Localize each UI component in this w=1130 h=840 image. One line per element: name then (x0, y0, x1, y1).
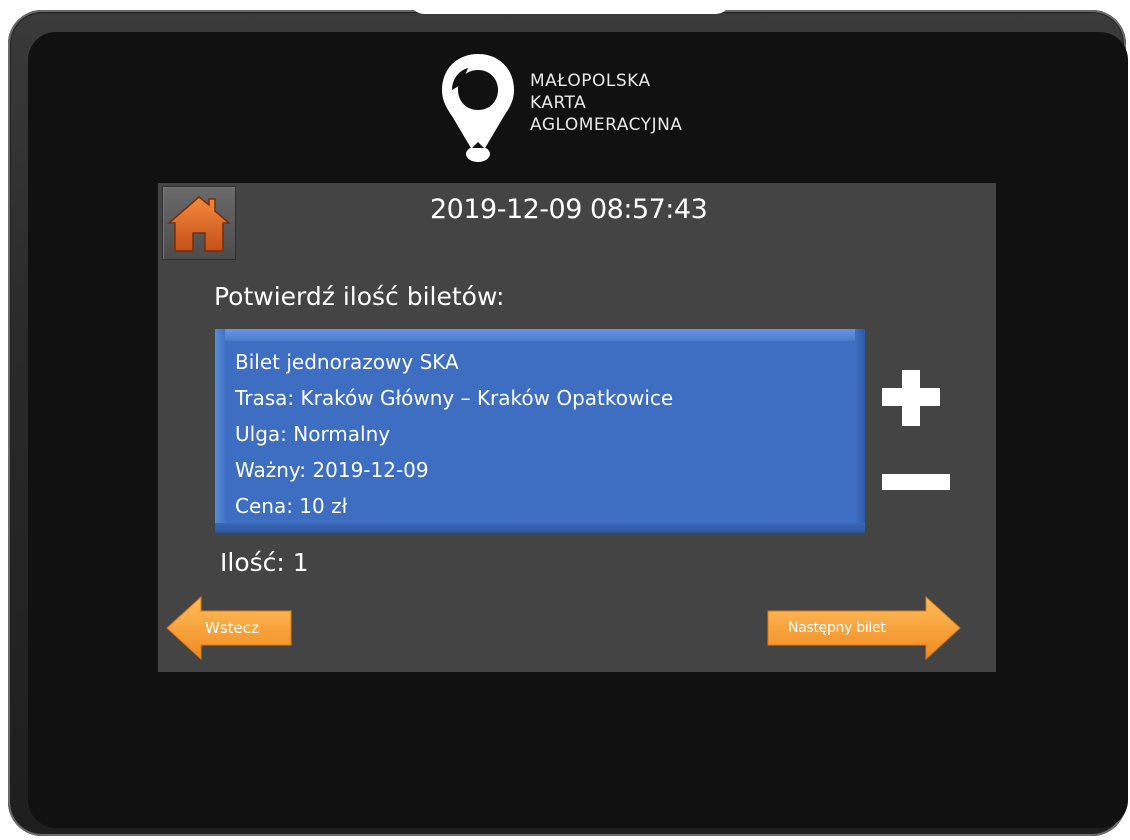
logo-text: MAŁOPOLSKA KARTA AGLOMERACYJNA (530, 70, 682, 136)
next-ticket-button[interactable]: Następny bilet (766, 595, 962, 661)
ticket-edge-left (215, 329, 225, 533)
map-pin-logo-icon (442, 54, 514, 162)
ticket-edge-right (855, 329, 865, 533)
ticket-details: Bilet jednorazowy SKA Trasa: Kraków Głów… (235, 344, 673, 524)
ticket-valid-date: Ważny: 2019-12-09 (235, 458, 429, 482)
back-label: Wstecz (205, 619, 259, 637)
datetime-display: 2019-12-09 08:57:43 (430, 194, 708, 225)
next-label: Następny bilet (788, 620, 886, 636)
ticket-type: Bilet jednorazowy SKA (235, 350, 459, 374)
increase-quantity-button[interactable] (880, 370, 944, 426)
logo-line-1: MAŁOPOLSKA (530, 71, 651, 91)
confirm-prompt: Potwierdź ilość biletów: (214, 282, 505, 311)
logo-line-3: AGLOMERACYJNA (530, 115, 683, 135)
home-button[interactable] (162, 186, 236, 260)
ticket-price: Cena: 10 zł (235, 494, 348, 518)
ticket-card[interactable]: Bilet jednorazowy SKA Trasa: Kraków Głów… (215, 329, 865, 533)
ticket-route: Trasa: Kraków Główny – Kraków Opatkowice (235, 386, 674, 410)
back-button[interactable]: Wstecz (165, 595, 295, 661)
top-cutout (410, 0, 730, 14)
home-icon (166, 196, 232, 252)
ticket-discount: Ulga: Normalny (235, 422, 391, 446)
logo-line-2: KARTA (530, 93, 587, 113)
quantity-label: Ilość: 1 (220, 548, 309, 577)
decrease-quantity-button[interactable] (882, 470, 952, 492)
